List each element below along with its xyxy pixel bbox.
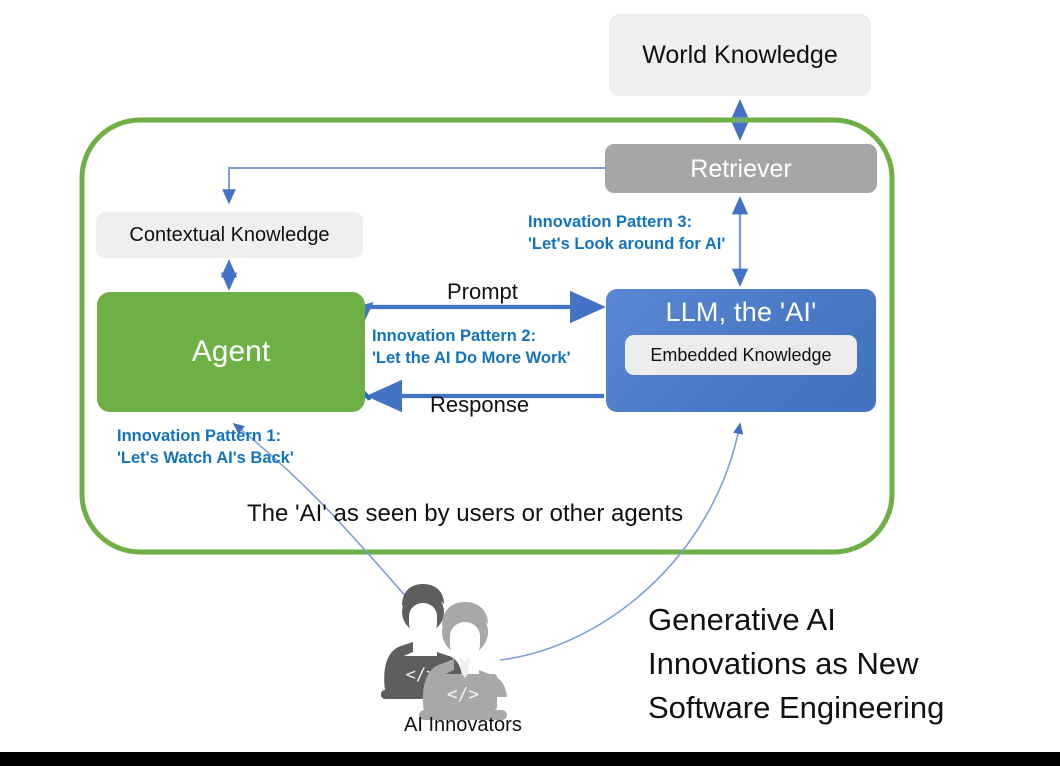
page-title-line-2: Innovations as New (648, 646, 919, 682)
node-retriever[interactable]: Retriever (605, 144, 877, 193)
svg-text:</>: </> (406, 665, 437, 685)
page-title-line-1: Generative AI (648, 602, 836, 637)
pattern-2-line-2: 'Let the AI Do More Work' (372, 348, 571, 367)
pattern-2-line-1: Innovation Pattern 2: (372, 327, 537, 345)
node-embedded-knowledge[interactable]: Embedded Knowledge (625, 335, 857, 376)
svg-text:</>: </> (447, 684, 480, 705)
node-agent[interactable]: Agent (97, 292, 365, 412)
node-agent-label: Agent (191, 335, 271, 369)
arrow-retriever-contextual (222, 167, 605, 205)
edge-label-response: Response (430, 392, 530, 417)
node-contextual-knowledge-label: Contextual Knowledge (129, 223, 330, 246)
annotation-innovation-pattern-3: Innovation Pattern 3: 'Let's Look around… (528, 212, 725, 256)
node-world-knowledge[interactable]: World Knowledge (609, 14, 871, 96)
diagram-canvas: </> </> World Knowledge Retriever Contex… (0, 0, 1060, 766)
node-retriever-label: Retriever (690, 154, 792, 183)
node-llm[interactable]: LLM, the 'AI' Embedded Knowledge (606, 289, 876, 412)
pattern-1-line-2: 'Let's Watch AI's Back' (117, 448, 294, 467)
pattern-3-line-1: Innovation Pattern 3: (528, 213, 693, 231)
node-llm-label: LLM, the 'AI' (665, 297, 817, 327)
boundary-caption: The 'AI' as seen by users or other agent… (247, 500, 684, 527)
page-title-line-3: Software Engineering (648, 690, 945, 726)
annotation-innovation-pattern-2: Innovation Pattern 2: 'Let the AI Do Mor… (372, 326, 571, 370)
annotation-innovation-pattern-1: Innovation Pattern 1: 'Let's Watch AI's … (117, 426, 294, 470)
node-embedded-knowledge-label: Embedded Knowledge (650, 345, 832, 366)
page-title: Generative AI Innovations as New Softwar… (648, 598, 944, 730)
innovators-label: AI Innovators (404, 714, 522, 736)
pattern-3-line-2: 'Let's Look around for AI' (528, 234, 726, 253)
edge-label-prompt: Prompt (447, 279, 518, 304)
pattern-1-line-1: Innovation Pattern 1: (117, 427, 282, 445)
node-world-knowledge-label: World Knowledge (642, 41, 838, 69)
two-people-with-laptops-icon: </> </> (381, 584, 507, 720)
bottom-bar (0, 752, 1060, 766)
node-contextual-knowledge[interactable]: Contextual Knowledge (96, 212, 363, 258)
